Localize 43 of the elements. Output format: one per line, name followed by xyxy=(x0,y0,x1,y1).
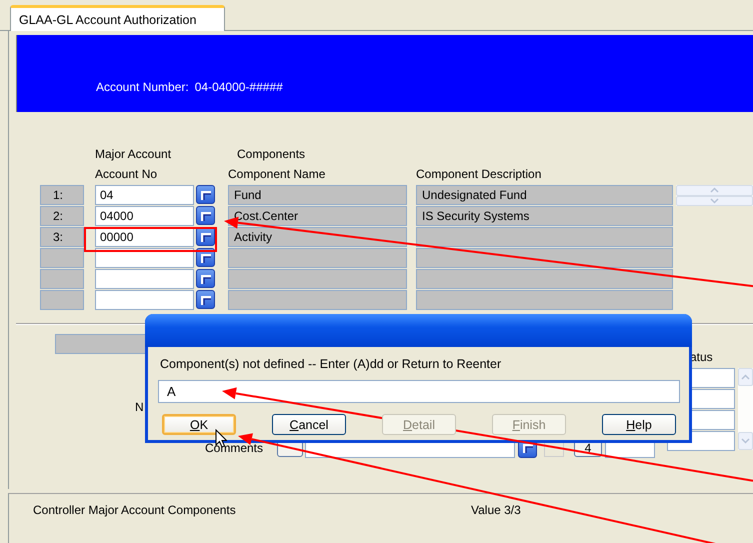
account-field[interactable] xyxy=(95,269,194,289)
lookup-button[interactable] xyxy=(196,206,215,225)
row-number-cell xyxy=(40,269,84,289)
up-chevron-icon xyxy=(710,187,719,194)
lookup-button[interactable] xyxy=(196,185,215,204)
answer-field[interactable]: A xyxy=(158,380,680,403)
table-cell: IS Security Systems xyxy=(416,206,673,226)
column-heading: Component Description xyxy=(416,166,542,183)
row-number-cell xyxy=(40,248,84,268)
dialog-message: Component(s) not defined -- Enter (A)dd or Return to Reenter xyxy=(159,357,502,371)
tab[interactable]: GLAA-GL Account Authorization xyxy=(10,5,225,31)
row-number-cell: 2: xyxy=(40,206,84,226)
dialog-button[interactable]: Cancel xyxy=(272,414,346,435)
lookup-button[interactable] xyxy=(196,269,215,288)
column-heading: Account No xyxy=(95,166,158,183)
dialog-button[interactable]: OK xyxy=(162,414,236,435)
table-cell: Activity xyxy=(228,227,407,247)
account-field[interactable]: 04000 xyxy=(95,206,194,226)
row-number-cell xyxy=(40,290,84,310)
row-number-cell: 1: xyxy=(40,185,84,205)
account-field[interactable] xyxy=(95,290,194,310)
table-cell: Fund xyxy=(228,185,407,205)
account-field[interactable]: 04 xyxy=(95,185,194,205)
account-field[interactable]: 00000 xyxy=(95,227,194,247)
down-chevron-icon xyxy=(741,438,750,444)
column-heading: Component Name xyxy=(228,166,326,183)
field-label: N xyxy=(135,400,145,414)
dialog-button[interactable]: Help xyxy=(602,414,676,435)
status-text: Controller Major Account Components xyxy=(33,503,237,517)
column-group-heading: Major Account xyxy=(95,146,172,163)
table-cell: Cost.Center xyxy=(228,206,407,226)
column-group-heading: Components xyxy=(236,146,306,163)
table-cell: Undesignated Fund xyxy=(416,185,673,205)
account-number-label: Account Number: xyxy=(96,80,189,94)
lookup-button[interactable] xyxy=(196,290,215,309)
up-chevron-icon xyxy=(741,374,750,380)
account-number-value: 04-04000-##### xyxy=(194,80,283,94)
status-text: Value 3/3 xyxy=(471,503,522,517)
down-chevron-icon xyxy=(710,198,719,204)
comments-label: Comments xyxy=(205,441,264,455)
row-number-cell: 3: xyxy=(40,227,84,247)
corner-icon xyxy=(520,441,534,455)
account-field[interactable] xyxy=(95,248,194,268)
